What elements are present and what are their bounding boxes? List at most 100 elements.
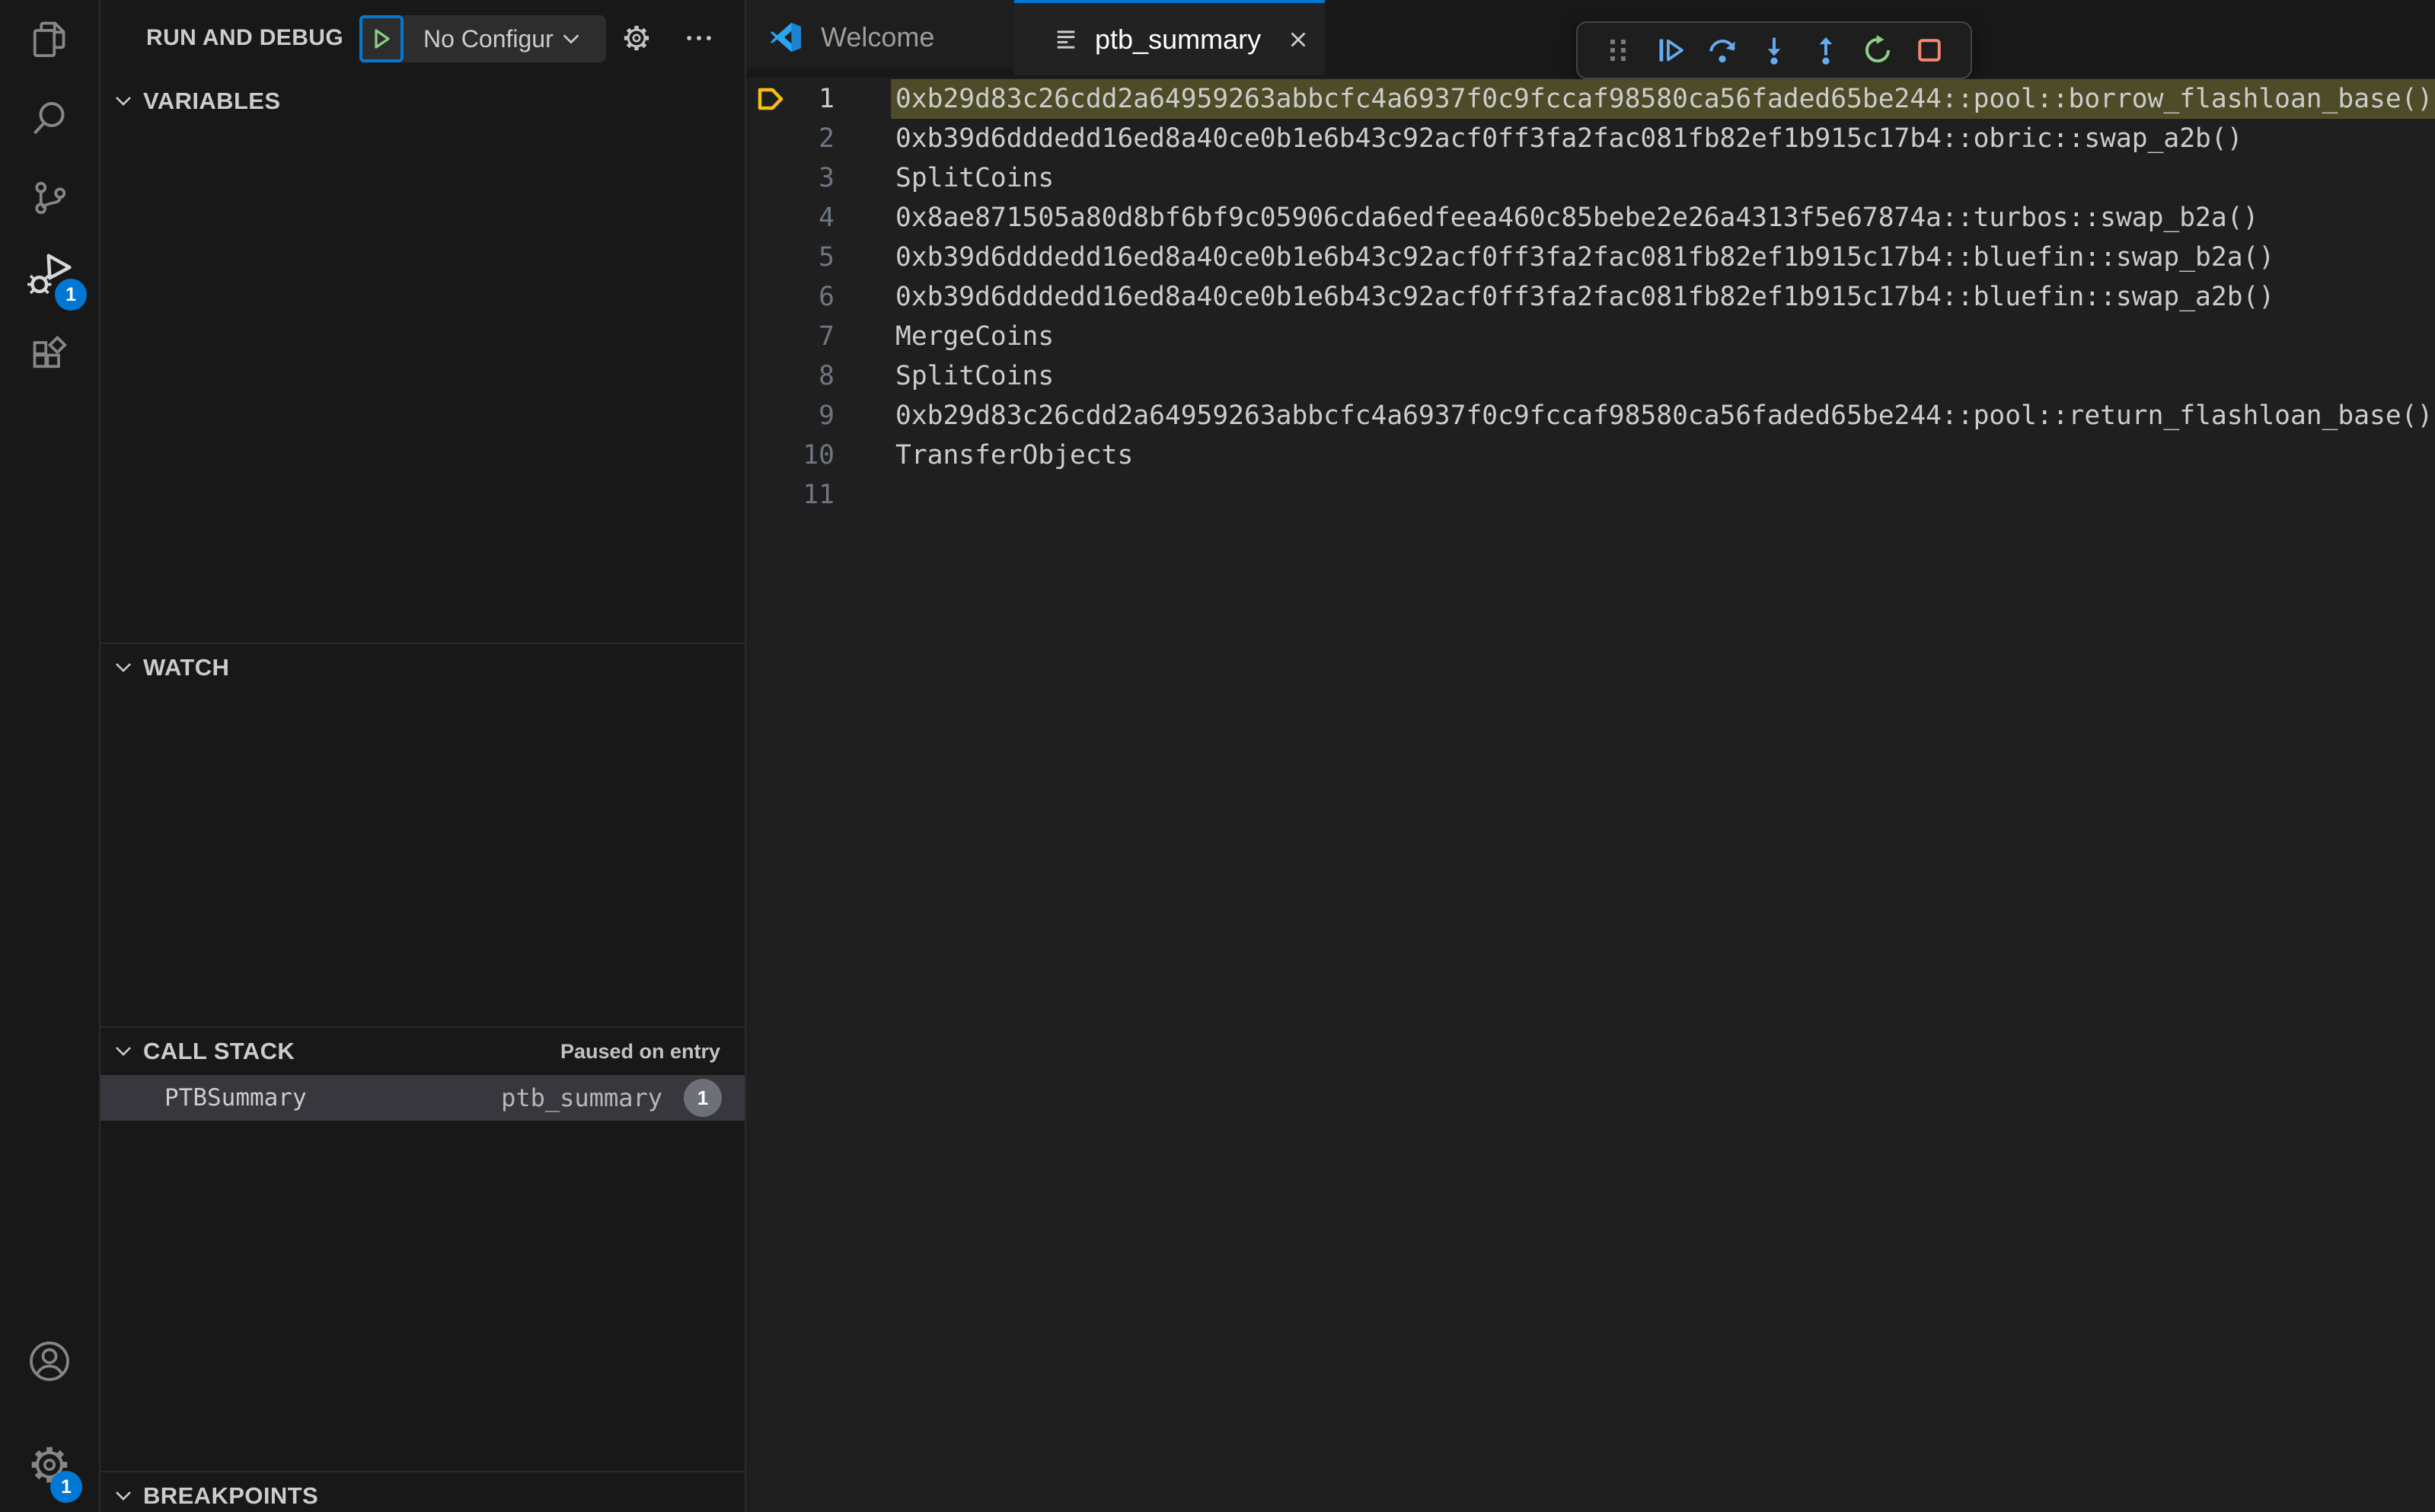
line-text: 0xb39d6dddedd16ed8a40ce0b1e6b43c92acf0ff…: [895, 242, 2275, 273]
stop-button[interactable]: [1904, 24, 1955, 76]
code-line: 6 0xb39d6dddedd16ed8a40ce0b1e6b43c92acf0…: [746, 277, 2435, 317]
line-text: 0xb39d6dddedd16ed8a40ce0b1e6b43c92acf0ff…: [895, 123, 2243, 154]
source-control-icon: [35, 181, 66, 215]
activity-item-explorer[interactable]: [0, 0, 99, 79]
debug-settings-button[interactable]: [614, 0, 659, 76]
step-out-button[interactable]: [1800, 24, 1852, 76]
sidebar-header: RUN AND DEBUG No Configur: [101, 0, 745, 76]
pane-header-watch[interactable]: WATCH: [101, 643, 745, 691]
start-debug-button[interactable]: [359, 15, 404, 62]
activity-item-search[interactable]: [0, 79, 99, 158]
code-line: 3 SplitCoins: [746, 158, 2435, 198]
file-list-icon: [1052, 26, 1080, 53]
chevron-down-icon: [111, 656, 136, 680]
editor-group: Welcome ptb_summary 1 0xb29d83c26cdd2a64…: [746, 0, 2435, 1512]
debug-config-select[interactable]: No Configur: [404, 15, 606, 62]
tab-ptb-summary[interactable]: ptb_summary: [1014, 0, 1325, 75]
debug-stop-icon: [1918, 39, 1941, 62]
stack-frame-source: ptb_summary: [501, 1083, 662, 1112]
continue-button[interactable]: [1645, 24, 1696, 76]
tab-label: Welcome: [821, 21, 935, 53]
restart-button[interactable]: [1852, 24, 1904, 76]
chevron-down-icon: [111, 89, 136, 113]
call-stack-status: Paused on entry: [560, 1039, 720, 1063]
pane-header-variables[interactable]: VARIABLES: [101, 78, 745, 125]
line-text: TransferObjects: [895, 440, 1134, 471]
debug-restart-icon: [1865, 34, 1891, 63]
search-icon: [34, 102, 65, 135]
files-icon: [33, 21, 65, 57]
activity-item-extensions[interactable]: [0, 317, 99, 396]
close-icon[interactable]: [1285, 27, 1311, 53]
ellipsis-icon: [687, 36, 711, 40]
line-number: 9: [819, 400, 835, 431]
line-number: 6: [819, 282, 835, 312]
chevron-down-icon: [111, 1484, 136, 1508]
line-number: 8: [819, 361, 835, 391]
vscode-logo-icon: [769, 19, 806, 56]
activity-item-accounts[interactable]: [0, 1322, 99, 1401]
line-number: 7: [819, 321, 835, 352]
line-number: 11: [803, 480, 835, 510]
line-number: 1: [819, 84, 835, 114]
pane-label: CALL STACK: [143, 1038, 295, 1064]
gripper-icon: [1610, 40, 1626, 61]
activity-item-run-and-debug[interactable]: 1: [0, 238, 99, 317]
line-number: 4: [819, 203, 835, 233]
line-text: SplitCoins: [895, 163, 1055, 193]
run-and-debug-sidebar: RUN AND DEBUG No Configur VARIABLES WATC…: [101, 0, 746, 1512]
pane-label: VARIABLES: [143, 88, 281, 114]
debug-step-out-icon: [1819, 37, 1833, 65]
line-text: MergeCoins: [895, 321, 1055, 352]
drag-gripper[interactable]: [1593, 24, 1645, 76]
stack-frame-badge: 1: [684, 1079, 722, 1117]
code-line: 10 TransferObjects: [746, 435, 2435, 475]
step-over-button[interactable]: [1696, 24, 1748, 76]
tab-label: ptb_summary: [1095, 23, 1262, 55]
line-text: 0xb39d6dddedd16ed8a40ce0b1e6b43c92acf0ff…: [895, 282, 2275, 312]
code-line: 2 0xb39d6dddedd16ed8a40ce0b1e6b43c92acf0…: [746, 119, 2435, 158]
extensions-icon: [33, 335, 67, 368]
step-into-button[interactable]: [1748, 24, 1800, 76]
line-text: 0xb29d83c26cdd2a64959263abbcfc4a6937f0c9…: [895, 84, 2433, 114]
code-line: 8 SplitCoins: [746, 356, 2435, 396]
sidebar-title: RUN AND DEBUG: [146, 25, 344, 50]
code-line: 5 0xb39d6dddedd16ed8a40ce0b1e6b43c92acf0…: [746, 238, 2435, 277]
chevron-down-icon: [563, 34, 579, 44]
gear-icon: [624, 25, 649, 51]
line-number: 5: [819, 242, 835, 273]
debug-badge: 1: [55, 279, 87, 311]
line-number: 2: [819, 123, 835, 154]
line-text: 0x8ae871505a80d8bf6bf9c05906cda6edfeea46…: [895, 203, 2259, 233]
debug-step-into-icon: [1767, 37, 1781, 65]
line-text: 0xb29d83c26cdd2a64959263abbcfc4a6937f0c9…: [895, 400, 2433, 431]
code-line: 4 0x8ae871505a80d8bf6bf9c05906cda6edfeea…: [746, 198, 2435, 238]
pane-label: BREAKPOINTS: [143, 1482, 319, 1509]
views-more-actions-button[interactable]: [676, 0, 722, 76]
pane-header-breakpoints[interactable]: BREAKPOINTS: [101, 1471, 745, 1512]
call-stack-frame-row[interactable]: PTBSummary ptb_summary 1: [101, 1075, 745, 1121]
stack-frame-name: PTBSummary: [164, 1084, 307, 1112]
tab-welcome[interactable]: Welcome: [746, 0, 1014, 69]
chevron-down-icon: [111, 1039, 136, 1064]
line-number: 3: [819, 163, 835, 193]
line-text: SplitCoins: [895, 361, 1055, 391]
settings-badge: 1: [50, 1471, 82, 1503]
pane-header-call-stack[interactable]: CALL STACK Paused on entry: [101, 1026, 745, 1075]
code-line: 11: [746, 475, 2435, 515]
vscode-window: 1 1 RUN AND DEBUG No Configur VARIABLES …: [0, 0, 2435, 1512]
line-number: 10: [803, 440, 835, 471]
code-line: 1 0xb29d83c26cdd2a64959263abbcfc4a6937f0…: [746, 79, 2435, 119]
activity-item-settings[interactable]: 1: [0, 1425, 99, 1504]
pane-label: WATCH: [143, 654, 230, 681]
code-line: 7 MergeCoins: [746, 317, 2435, 356]
debug-config-label: No Configur: [423, 24, 554, 53]
account-icon: [30, 1341, 69, 1381]
activity-item-source-control[interactable]: [0, 158, 99, 238]
activity-bar: 1 1: [0, 0, 101, 1512]
debug-continue-icon: [1659, 39, 1683, 62]
debug-launch-combo: No Configur: [359, 15, 606, 62]
code-line: 9 0xb29d83c26cdd2a64959263abbcfc4a6937f0…: [746, 396, 2435, 435]
debug-toolbar[interactable]: [1576, 21, 1972, 79]
code-area[interactable]: 1 0xb29d83c26cdd2a64959263abbcfc4a6937f0…: [746, 79, 2435, 515]
